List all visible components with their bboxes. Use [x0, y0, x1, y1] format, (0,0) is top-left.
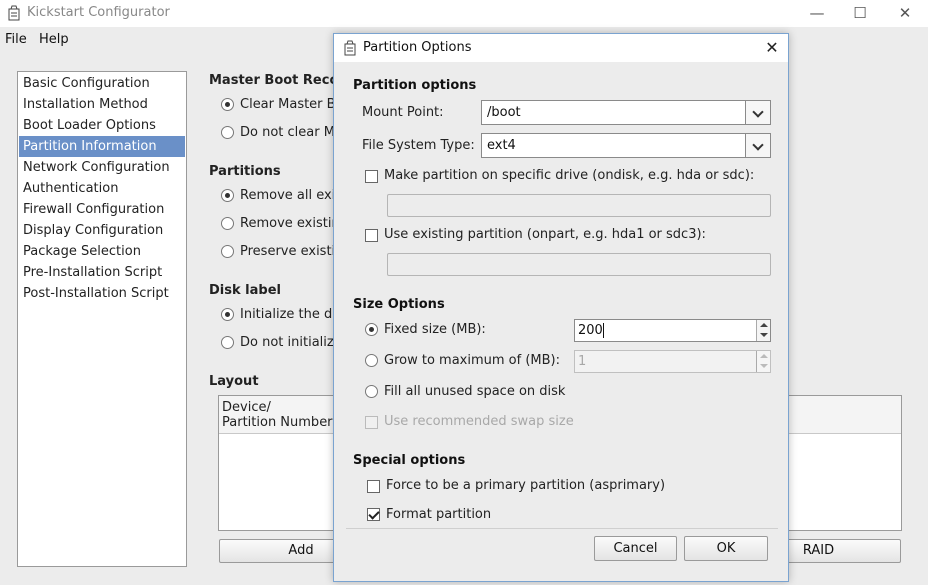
onpart-checkbox[interactable]: [365, 229, 378, 242]
fs-type-combo[interactable]: ext4: [481, 133, 771, 158]
grow-max-value: 1: [578, 354, 587, 369]
fill-disk-radio[interactable]: [365, 385, 378, 398]
disklabel-section-title: Disk label: [209, 283, 281, 298]
mount-point-label: Mount Point:: [362, 105, 444, 120]
maximize-button[interactable]: ☐: [845, 3, 875, 23]
size-options-title: Size Options: [353, 297, 445, 312]
grow-max-radio[interactable]: [365, 354, 378, 367]
fs-type-label: File System Type:: [362, 138, 475, 153]
text-caret: [603, 323, 604, 338]
recommended-swap-label: Use recommended swap size: [384, 414, 574, 429]
nav-item-display-configuration[interactable]: Display Configuration: [19, 220, 185, 241]
fixed-size-radio[interactable]: [365, 323, 378, 336]
nav-item-pre-installation-script[interactable]: Pre-Installation Script: [19, 262, 185, 283]
format-partition-label: Format partition: [386, 507, 492, 522]
fs-type-value: ext4: [487, 138, 516, 153]
nav-item-package-selection[interactable]: Package Selection: [19, 241, 185, 262]
close-window-button[interactable]: ✕: [890, 3, 920, 23]
ok-button[interactable]: OK: [684, 536, 768, 561]
disklabel-init-label: Initialize the dis: [240, 307, 343, 322]
onpart-label: Use existing partition (onpart, e.g. hda…: [384, 227, 706, 242]
spinner-buttons[interactable]: [756, 351, 770, 372]
partitions-preserve-label: Preserve existi: [240, 244, 336, 259]
mbr-clear-radio[interactable]: [221, 98, 234, 111]
partitions-preserve-radio[interactable]: [221, 245, 234, 258]
nav-item-partition-information[interactable]: Partition Information: [19, 136, 185, 157]
nav-item-authentication[interactable]: Authentication: [19, 178, 185, 199]
spin-down-icon[interactable]: [760, 364, 768, 368]
recommended-swap-checkbox[interactable]: [365, 416, 378, 429]
mount-point-combo[interactable]: /boot: [481, 100, 771, 125]
disklabel-no-init-label: Do not initialize: [240, 335, 342, 350]
partitions-remove-all-radio[interactable]: [221, 189, 234, 202]
dialog-separator: [346, 528, 778, 529]
disklabel-no-init-radio[interactable]: [221, 336, 234, 349]
grow-max-spinner[interactable]: 1: [574, 350, 771, 373]
ondisk-label: Make partition on specific drive (ondisk…: [384, 168, 755, 183]
nav-item-boot-loader-options[interactable]: Boot Loader Options: [19, 115, 185, 136]
partitions-remove-existing-label: Remove existin: [240, 216, 340, 231]
fixed-size-spinner[interactable]: 200: [574, 319, 771, 342]
spinner-buttons[interactable]: [756, 320, 770, 341]
ondisk-input[interactable]: [387, 194, 771, 217]
spin-up-icon[interactable]: [760, 354, 768, 358]
spin-down-icon[interactable]: [760, 333, 768, 337]
chevron-down-icon[interactable]: [745, 101, 770, 124]
cancel-button[interactable]: Cancel: [594, 536, 677, 561]
menu-help[interactable]: Help: [39, 32, 69, 47]
partitions-remove-existing-radio[interactable]: [221, 217, 234, 230]
nav-item-post-installation-script[interactable]: Post-Installation Script: [19, 283, 185, 304]
partition-options-title: Partition options: [353, 78, 477, 93]
special-options-title: Special options: [353, 453, 466, 468]
format-partition-checkbox[interactable]: [367, 508, 380, 521]
mount-point-value: /boot: [487, 105, 521, 120]
menu-file[interactable]: File: [5, 32, 27, 47]
minimize-button[interactable]: —: [802, 3, 832, 23]
asprimary-label: Force to be a primary partition (asprima…: [386, 478, 666, 493]
dialog-app-icon: [344, 40, 356, 56]
ondisk-checkbox[interactable]: [365, 170, 378, 183]
app-icon: [8, 5, 20, 21]
mbr-section-title: Master Boot Reco: [209, 73, 339, 88]
nav-item-network-configuration[interactable]: Network Configuration: [19, 157, 185, 178]
partitions-section-title: Partitions: [209, 164, 281, 179]
dialog-close-icon[interactable]: ✕: [760, 37, 784, 59]
fixed-size-label: Fixed size (MB):: [384, 322, 486, 337]
chevron-down-icon[interactable]: [745, 134, 770, 157]
onpart-input[interactable]: [387, 253, 771, 276]
mbr-clear-label: Clear Master B: [240, 97, 336, 112]
fixed-size-value: 200: [578, 323, 603, 338]
nav-item-installation-method[interactable]: Installation Method: [19, 94, 185, 115]
spin-up-icon[interactable]: [760, 323, 768, 327]
asprimary-checkbox[interactable]: [367, 480, 380, 493]
nav-item-basic-configuration[interactable]: Basic Configuration: [19, 73, 185, 94]
window-title: Kickstart Configurator: [27, 5, 170, 20]
section-nav-list: Basic Configuration Installation Method …: [17, 71, 187, 567]
nav-item-firewall-configuration[interactable]: Firewall Configuration: [19, 199, 185, 220]
col-device-partition[interactable]: Device/ Partition Number: [222, 400, 333, 430]
fill-disk-label: Fill all unused space on disk: [384, 384, 566, 399]
disklabel-init-radio[interactable]: [221, 308, 234, 321]
grow-max-label: Grow to maximum of (MB):: [384, 353, 560, 368]
mbr-keep-radio[interactable]: [221, 126, 234, 139]
mbr-keep-label: Do not clear M: [240, 125, 335, 140]
layout-section-title: Layout: [209, 374, 259, 389]
partitions-remove-all-label: Remove all exis: [240, 188, 343, 203]
dialog-title: Partition Options: [363, 40, 472, 55]
